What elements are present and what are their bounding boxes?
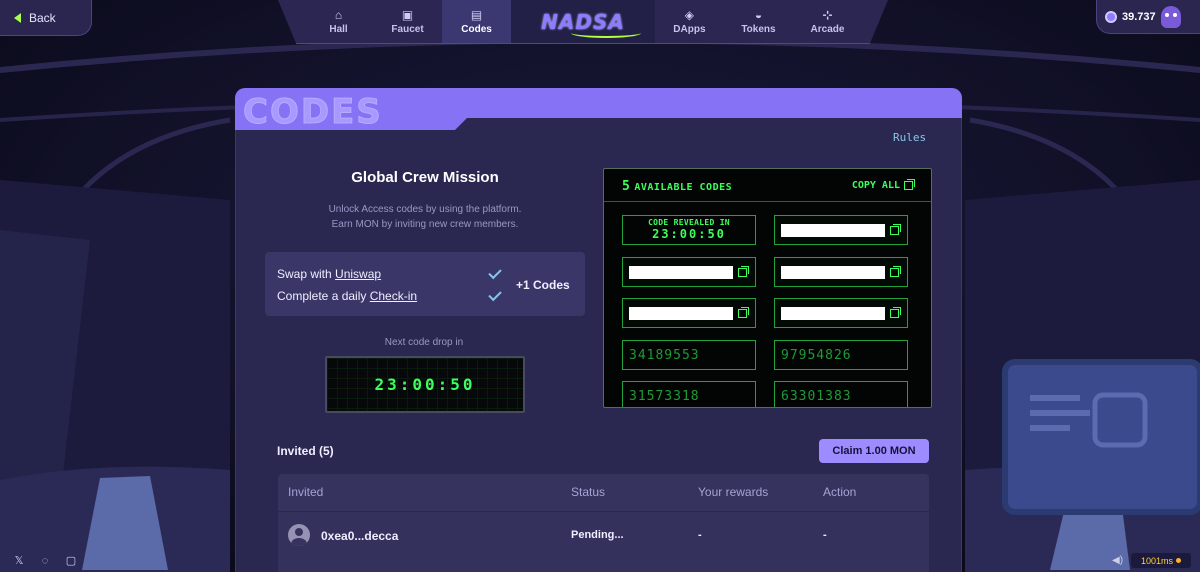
nav-dapps-label: DApps [673, 23, 706, 35]
codes-terminal: 5 AVAILABLE CODES COPY ALL CODE REVEALED … [603, 168, 932, 408]
mission-description: Unlock Access codes by using the platfor… [285, 202, 565, 232]
invite-action: - [823, 529, 827, 541]
code-mask [629, 307, 733, 320]
invited-address: 0xea0...decca [321, 529, 399, 543]
ghost-icon[interactable]: ◌ [38, 554, 52, 568]
coin-stack-icon: ◒ [754, 7, 763, 22]
nav-tokens-label: Tokens [741, 23, 776, 35]
copy-icon[interactable] [890, 266, 901, 277]
code-reveal-slot: CODE REVEALED IN 23:00:50 [622, 215, 756, 245]
status-dot [1176, 558, 1182, 563]
copy-all-label: COPY ALL [851, 180, 900, 191]
rules-link[interactable]: Rules [893, 131, 926, 144]
nav-codes-label: Codes [461, 23, 492, 35]
latency-indicator: 1001ms [1131, 553, 1191, 568]
codes-count-label: AVAILABLE CODES [634, 182, 733, 193]
column-header-invited: Invited [288, 485, 324, 499]
back-button[interactable]: Back [0, 0, 92, 36]
table-row: 0xea0...decca Pending... - - [278, 511, 929, 572]
page-title: CODES [243, 92, 383, 133]
nav-tokens[interactable]: ◒ Tokens [724, 0, 793, 43]
back-label: Back [29, 10, 56, 25]
logo-swoosh [571, 28, 642, 38]
copy-icon[interactable] [890, 307, 901, 318]
used-code: 63301383 [774, 381, 908, 407]
faucet-icon: ▣ [401, 7, 414, 22]
nav-codes[interactable]: ▤ Codes [442, 0, 512, 43]
check-icon [488, 265, 502, 280]
task-swap: Swap with Uniswap [277, 267, 381, 281]
discord-icon[interactable]: ▢ [64, 554, 78, 568]
cube-icon: ◈ [684, 7, 695, 22]
nav-faucet[interactable]: ▣ Faucet [373, 0, 442, 43]
x-twitter-icon[interactable]: 𝕏 [12, 554, 26, 568]
mon-coin-icon [1105, 10, 1117, 23]
task-checkin-text: Complete a daily [277, 289, 370, 303]
mission-title: Global Crew Mission [351, 169, 499, 186]
copy-icon[interactable] [890, 224, 901, 235]
copy-icon[interactable] [738, 307, 749, 318]
code-mask [781, 307, 885, 320]
back-arrow-icon [14, 12, 21, 23]
claim-mon-button[interactable]: Claim 1.00 MON [819, 439, 929, 463]
home-icon: ⌂ [334, 7, 343, 22]
ticket-icon: ▤ [470, 7, 483, 22]
code-mask [781, 266, 885, 279]
main-nav: ⌂ Hall ▣ Faucet ▤ Codes NADSA ◈ DApps ◒ … [278, 0, 888, 44]
user-avatar[interactable] [1160, 5, 1181, 28]
avatar [288, 524, 310, 546]
column-header-status: Status [571, 485, 606, 499]
task-reward: +1 Codes [516, 278, 570, 292]
available-codes-count: 5 AVAILABLE CODES [622, 179, 732, 194]
code-slot[interactable] [774, 257, 908, 287]
invite-status: Pending... [571, 529, 624, 541]
codes-count-number: 5 [622, 179, 631, 194]
copy-icon [904, 179, 915, 190]
copy-icon[interactable] [738, 266, 749, 277]
gamepad-icon: ⊹ [822, 7, 833, 22]
column-header-rewards: Your rewards [698, 485, 769, 499]
check-icon [488, 287, 502, 302]
mission-tasks: Swap with Uniswap Complete a daily Check… [265, 252, 585, 316]
nav-hall-label: Hall [329, 23, 348, 35]
used-code: 34189553 [622, 340, 756, 370]
mission-desc-line1: Unlock Access codes by using the platfor… [328, 204, 522, 215]
mission-desc-line2: Earn MON by inviting new crew members. [331, 219, 519, 230]
copy-all-button[interactable]: COPY ALL [851, 179, 915, 191]
uniswap-link[interactable]: Uniswap [335, 267, 381, 281]
checkin-link[interactable]: Check-in [370, 289, 417, 303]
code-slot[interactable] [774, 298, 908, 328]
code-slot[interactable] [622, 298, 756, 328]
balance-value: 39.737 [1122, 10, 1156, 23]
invite-rewards: - [698, 529, 702, 541]
terminal-header: 5 AVAILABLE CODES COPY ALL [604, 169, 931, 202]
column-header-action: Action [823, 485, 857, 499]
reveal-label: CODE REVEALED IN [648, 218, 730, 227]
used-code: 31573318 [622, 381, 756, 407]
latency-value: 1001ms [1140, 555, 1174, 566]
nav-faucet-label: Faucet [391, 23, 424, 35]
invited-table: Invited Status Your rewards Action 0xea0… [278, 474, 929, 572]
next-drop-label: Next code drop in [384, 337, 464, 348]
next-drop-timer: 23:00:50 [325, 356, 525, 413]
code-slot[interactable] [774, 215, 908, 245]
invited-title: Invited (5) [277, 444, 334, 458]
code-mask [629, 266, 733, 279]
nav-dapps[interactable]: ◈ DApps [655, 0, 724, 43]
nav-hall[interactable]: ⌂ Hall [304, 0, 373, 43]
code-slot[interactable] [622, 257, 756, 287]
nadsa-logo[interactable]: NADSA [511, 0, 655, 43]
balance-display[interactable]: 39.737 [1096, 0, 1200, 34]
task-swap-text: Swap with [277, 267, 336, 281]
used-code: 97954826 [774, 340, 908, 370]
code-mask [781, 224, 885, 237]
nav-arcade[interactable]: ⊹ Arcade [793, 0, 862, 43]
task-checkin: Complete a daily Check-in [277, 289, 417, 303]
nav-arcade-label: Arcade [810, 23, 845, 35]
reveal-timer: 23:00:50 [652, 227, 726, 241]
sound-icon[interactable]: ◀) [1112, 555, 1123, 566]
